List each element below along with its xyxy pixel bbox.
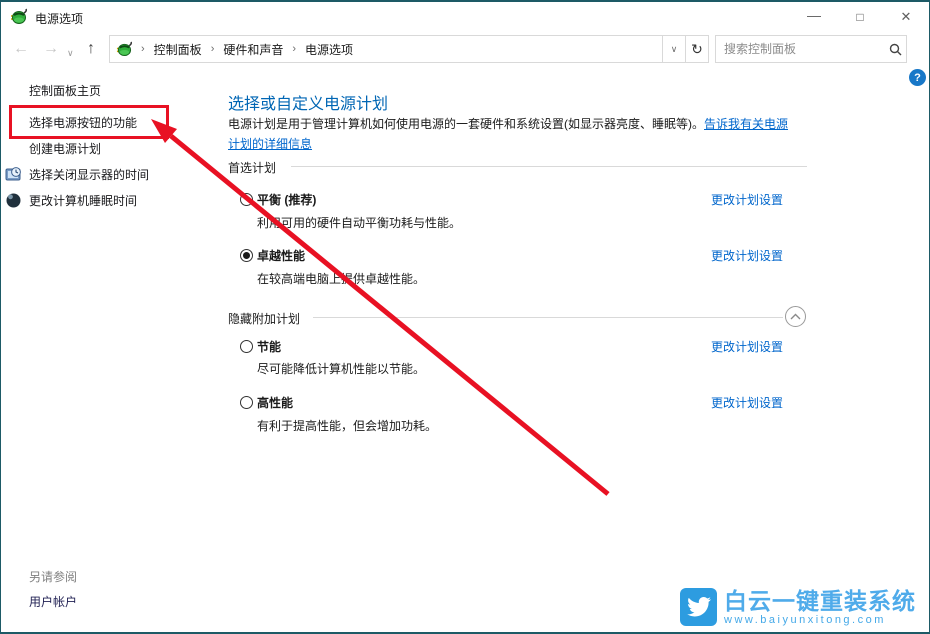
breadcrumb-power-options[interactable]: 电源选项 xyxy=(305,41,353,58)
back-icon[interactable]: ← xyxy=(13,39,29,59)
search-input[interactable] xyxy=(716,42,885,56)
sidebar-item-choose-display-off-time[interactable]: 选择关闭显示器的时间 xyxy=(29,166,149,184)
help-button[interactable]: ? xyxy=(909,69,926,86)
page-title: 选择或自定义电源计划 xyxy=(228,90,388,114)
section-preferred-plans-label: 首选计划 xyxy=(228,159,276,176)
plan-name-ultimate-performance: 卓越性能 xyxy=(257,248,305,264)
close-button[interactable]: ✕ xyxy=(883,2,929,32)
chevron-up-icon xyxy=(790,313,801,320)
power-plug-icon xyxy=(10,8,27,25)
section-hidden-plans-label: 隐藏附加计划 xyxy=(228,310,300,327)
radio-balanced[interactable] xyxy=(240,193,253,206)
radio-high-performance[interactable] xyxy=(240,396,253,409)
chevron-right-icon: › xyxy=(211,43,215,55)
section-divider xyxy=(313,317,783,318)
forward-icon[interactable]: → xyxy=(43,39,59,59)
plan-desc-balanced: 利用可用的硬件自动平衡功耗与性能。 xyxy=(257,215,461,231)
watermark-url: www.baiyunxitong.com xyxy=(724,614,916,627)
radio-power-saver[interactable] xyxy=(240,340,253,353)
plan-desc-ultimate-performance: 在较高端电脑上提供卓越性能。 xyxy=(257,271,425,287)
window-title: 电源选项 xyxy=(35,10,83,27)
user-accounts-link[interactable]: 用户帐户 xyxy=(29,593,77,610)
sidebar-item-control-panel-home[interactable]: 控制面板主页 xyxy=(29,82,101,100)
radio-ultimate-performance[interactable] xyxy=(240,249,253,262)
intro-text: 电源计划是用于管理计算机如何使用电源的一套硬件和系统设置(如显示器亮度、睡眠等)… xyxy=(228,114,796,154)
navigation-bar: ← → ∨ ↑ › 控制面板 › 硬件和声音 › 电源选项 xyxy=(1,32,929,66)
change-plan-settings-link-ultimate[interactable]: 更改计划设置 xyxy=(711,248,783,264)
change-plan-settings-link-high-performance[interactable]: 更改计划设置 xyxy=(711,395,783,411)
chevron-right-icon: › xyxy=(292,43,296,55)
power-plug-icon xyxy=(116,41,132,57)
sidebar-item-choose-power-buttons[interactable]: 选择电源按钮的功能 xyxy=(29,114,137,132)
address-bar[interactable]: › 控制面板 › 硬件和声音 › 电源选项 ∨ ↻ xyxy=(109,35,709,63)
search-box xyxy=(715,35,907,63)
minimize-button[interactable]: — xyxy=(791,2,837,32)
power-options-window: 电源选项 — □ ✕ ← → ∨ ↑ › 控制面板 xyxy=(0,0,930,634)
plan-desc-power-saver: 尽可能降低计算机性能以节能。 xyxy=(257,361,425,377)
section-divider xyxy=(291,166,807,167)
up-icon[interactable]: ↑ xyxy=(87,39,95,59)
bird-logo-icon xyxy=(680,588,717,626)
intro-description: 电源计划是用于管理计算机如何使用电源的一套硬件和系统设置(如显示器亮度、睡眠等)… xyxy=(228,117,704,131)
breadcrumb-hardware-sound[interactable]: 硬件和声音 xyxy=(223,41,283,58)
change-plan-settings-link-power-saver[interactable]: 更改计划设置 xyxy=(711,339,783,355)
maximize-button[interactable]: □ xyxy=(837,2,883,32)
search-icon[interactable] xyxy=(885,43,906,56)
plan-name-high-performance: 高性能 xyxy=(257,395,293,411)
plan-name-balanced: 平衡 (推荐) xyxy=(257,192,316,208)
watermark-text-block: 白云一键重装系统 www.baiyunxitong.com xyxy=(724,588,916,627)
titlebar: 电源选项 — □ ✕ xyxy=(1,2,929,32)
chevron-right-icon: › xyxy=(141,43,145,55)
display-clock-icon xyxy=(5,166,22,183)
plan-name-power-saver: 节能 xyxy=(257,339,281,355)
see-also-label: 另请参阅 xyxy=(29,568,77,585)
watermark-title: 白云一键重装系统 xyxy=(724,588,916,614)
sidebar-item-change-sleep-time[interactable]: 更改计算机睡眠时间 xyxy=(29,192,137,210)
collapse-section-button[interactable] xyxy=(785,306,806,327)
refresh-icon[interactable]: ↻ xyxy=(685,36,708,62)
watermark: 白云一键重装系统 www.baiyunxitong.com xyxy=(680,588,916,627)
address-dropdown-icon[interactable]: ∨ xyxy=(662,36,685,62)
question-mark-icon: ? xyxy=(914,72,921,84)
caption-buttons: — □ ✕ xyxy=(791,2,929,32)
breadcrumb-control-panel[interactable]: 控制面板 xyxy=(154,41,202,58)
sleep-moon-icon xyxy=(5,192,22,209)
recent-pages-icon[interactable]: ∨ xyxy=(67,43,74,63)
sidebar-item-create-power-plan[interactable]: 创建电源计划 xyxy=(29,140,101,158)
plan-desc-high-performance: 有利于提高性能，但会增加功耗。 xyxy=(257,418,437,434)
change-plan-settings-link-balanced[interactable]: 更改计划设置 xyxy=(711,192,783,208)
breadcrumb: › 控制面板 › 硬件和声音 › 电源选项 xyxy=(110,36,662,62)
